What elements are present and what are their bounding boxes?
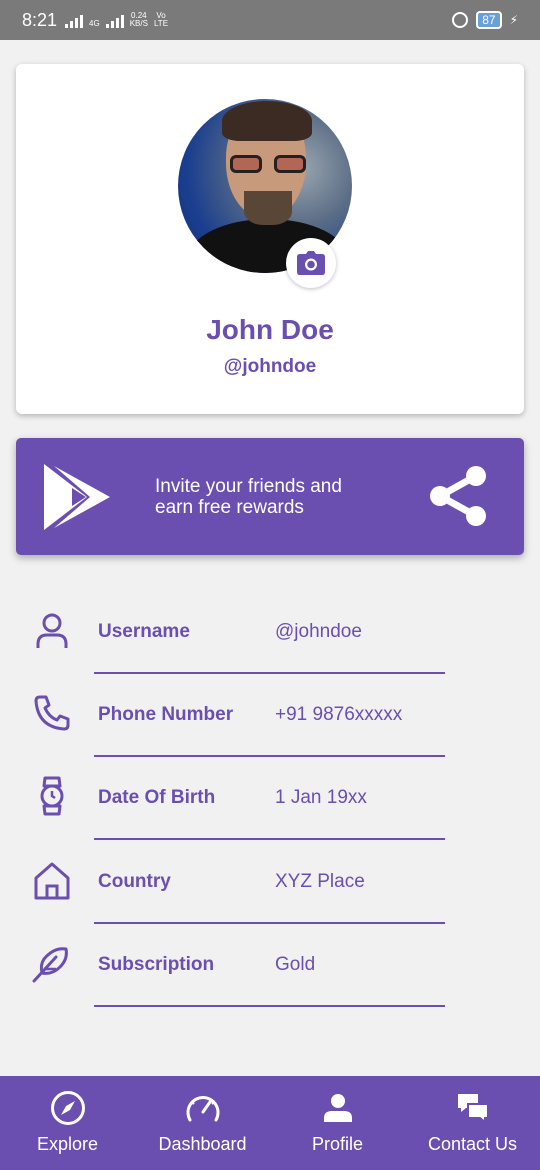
info-value: 1 Jan 19xx: [275, 787, 367, 808]
compass-icon: [50, 1091, 85, 1125]
info-value: Gold: [275, 954, 316, 975]
info-row-phone[interactable]: Phone Number +91 9876xxxxx: [0, 673, 540, 757]
profile-card: John Doe @johndoe: [16, 64, 524, 414]
volte-badge: Vo LTE: [153, 11, 169, 28]
feather-icon: [32, 947, 68, 983]
divider: [94, 1005, 445, 1007]
nav-contact-us[interactable]: Contact Us: [405, 1076, 540, 1170]
chat-icon: [457, 1094, 489, 1124]
signal-icon: [65, 14, 84, 28]
nav-label: Contact Us: [427, 1134, 518, 1154]
charging-icon: ⚡: [509, 13, 518, 27]
info-value: XYZ Place: [275, 871, 365, 892]
info-label: Country: [98, 871, 171, 892]
signal-indicators: 4G 0.24 KB/S Vo LTE: [65, 12, 168, 28]
info-value: +91 9876xxxxx: [275, 704, 403, 725]
network-type-label: 4G: [89, 19, 100, 28]
invite-banner[interactable]: Invite your friends and earn free reward…: [16, 438, 524, 555]
share-icon[interactable]: [428, 464, 488, 528]
speedometer-icon: [186, 1096, 219, 1122]
data-speed: 0.24 KB/S: [129, 11, 148, 28]
info-label: Username: [98, 621, 190, 642]
camera-icon: [297, 251, 325, 275]
status-bar: 8:21 4G 0.24 KB/S Vo LTE 87 ⚡: [0, 0, 540, 40]
info-row-dob[interactable]: Date Of Birth 1 Jan 19xx: [0, 756, 540, 840]
battery-indicator: 87: [476, 11, 502, 29]
home-icon: [34, 862, 70, 900]
phone-icon: [34, 695, 70, 731]
info-label: Phone Number: [98, 704, 234, 725]
nav-label: Profile: [311, 1134, 364, 1154]
nav-profile[interactable]: Profile: [270, 1076, 405, 1170]
bottom-nav: Explore Dashboard Profile Contact Us: [0, 1076, 540, 1170]
profile-handle: @johndoe: [223, 356, 317, 377]
profile-name: John Doe: [206, 314, 334, 345]
signal-icon-2: [105, 14, 124, 28]
status-time: 8:21: [22, 9, 58, 30]
change-photo-button[interactable]: [286, 238, 336, 288]
user-icon: [36, 613, 68, 648]
info-label: Subscription: [98, 954, 215, 975]
nav-dashboard[interactable]: Dashboard: [135, 1076, 270, 1170]
info-row-subscription[interactable]: Subscription Gold: [0, 923, 540, 1007]
rotation-lock-icon: [452, 12, 469, 28]
play-store-icon: [44, 464, 110, 530]
invite-text: Invite your friends and earn free reward…: [155, 476, 342, 518]
nav-label: Dashboard: [158, 1134, 247, 1154]
nav-explore[interactable]: Explore: [0, 1076, 135, 1170]
status-right: 87 ⚡: [452, 11, 518, 29]
info-label: Date Of Birth: [98, 787, 216, 808]
person-icon: [323, 1094, 352, 1122]
watch-icon: [40, 776, 64, 816]
nav-label: Explore: [36, 1134, 99, 1154]
info-row-country[interactable]: Country XYZ Place: [0, 840, 540, 924]
info-row-username[interactable]: Username @johndoe: [0, 590, 540, 674]
info-value: @johndoe: [275, 621, 362, 642]
